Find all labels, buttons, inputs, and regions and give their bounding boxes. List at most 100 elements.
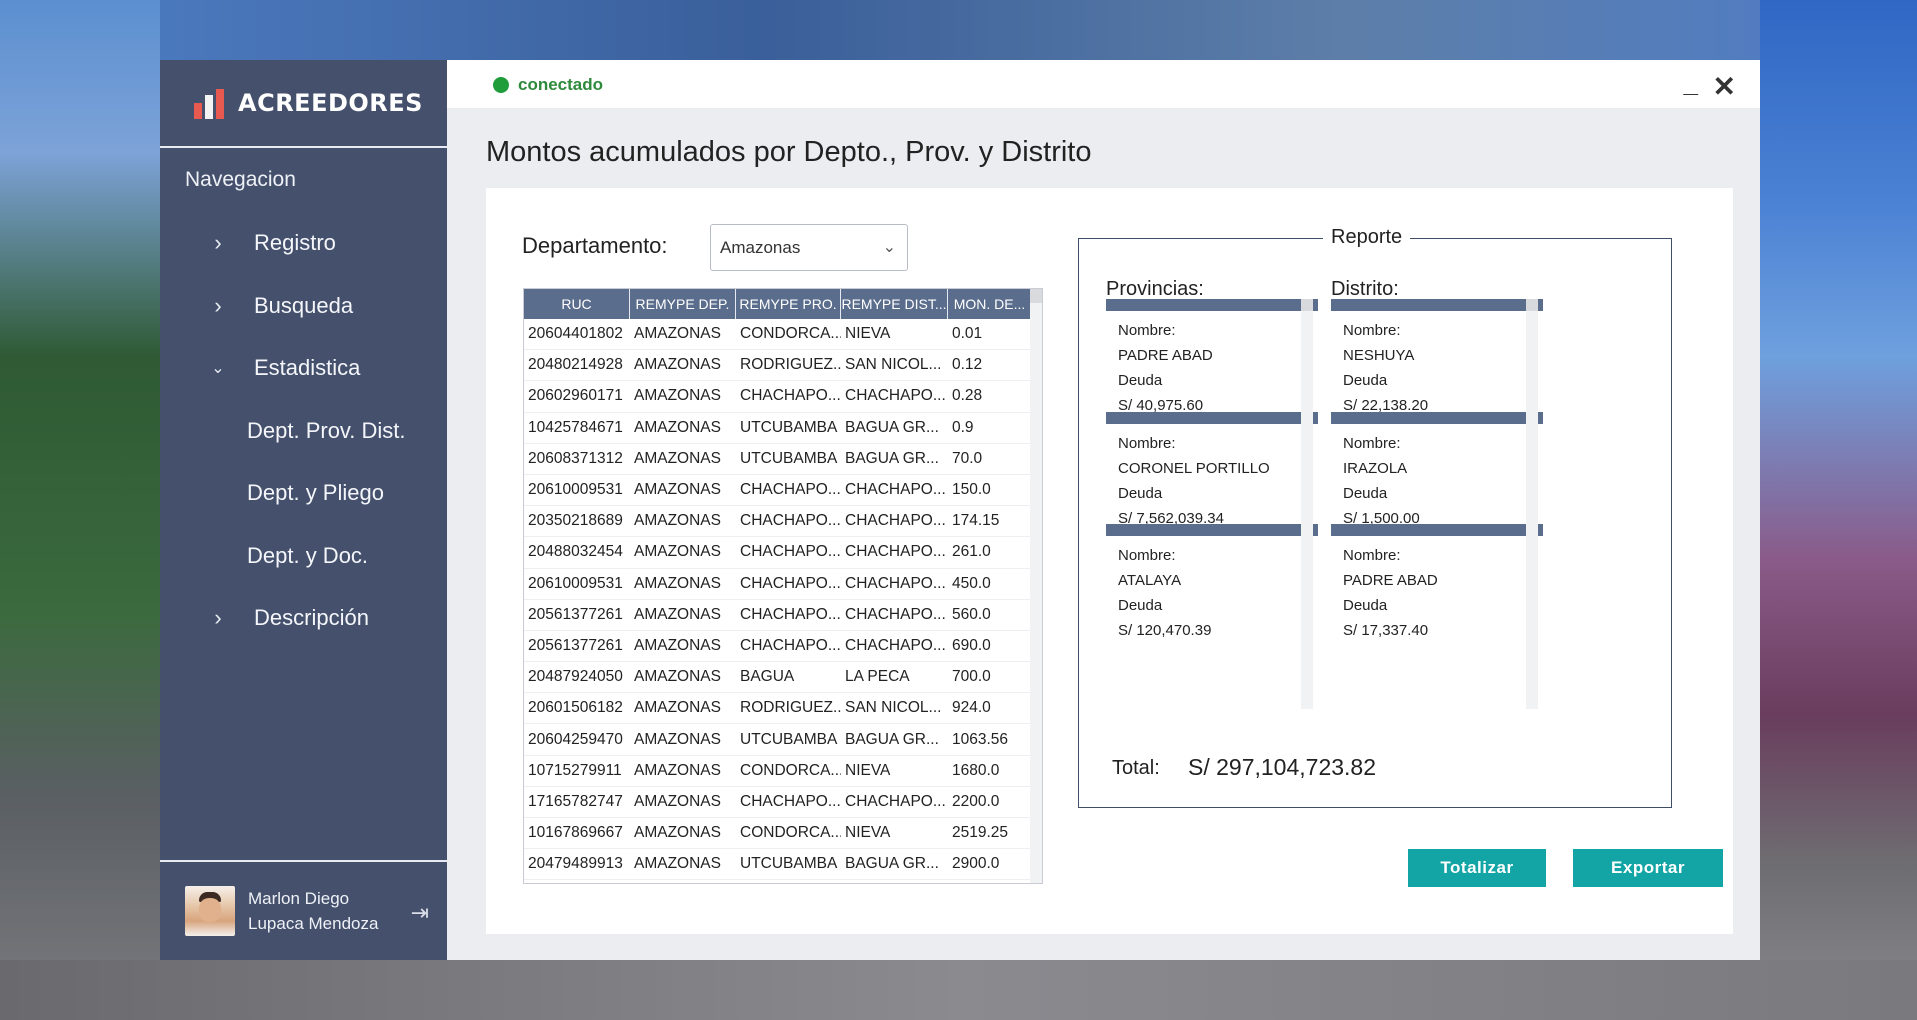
table-cell: 0.12	[952, 356, 983, 374]
table-row[interactable]: 20610009531 AMAZONAS CHACHAPO... CHACHAPO..…	[524, 569, 1042, 600]
minimize-icon[interactable]: _	[1684, 68, 1698, 99]
column-header-dep[interactable]: REMYPE DEP.	[630, 289, 736, 319]
table-row[interactable]: 20610009531 AMAZONAS CHACHAPO... CHACHAPO..…	[524, 475, 1042, 507]
table-cell: CHACHAPO...	[740, 543, 841, 561]
table-cell: AMAZONAS	[634, 481, 721, 499]
table-cell: 0.01	[952, 325, 983, 343]
name-label: Nombre:	[1343, 547, 1401, 564]
totalizar-button[interactable]: Totalizar	[1408, 849, 1546, 887]
table-row[interactable]: 20561377261 AMAZONAS CHACHAPO... CHACHAPO..…	[524, 600, 1042, 631]
debt-label: Deuda	[1118, 484, 1163, 502]
table-cell: UTCUBAMBA	[740, 730, 838, 748]
table-cell: CONDORCA...	[740, 325, 841, 343]
sidebar-item-label: Busqueda	[254, 292, 354, 318]
table-cell: 10425784671	[528, 418, 623, 436]
table-cell: CHACHAPO...	[845, 543, 946, 561]
sidebar-item-registro[interactable]: › Registro	[160, 212, 447, 275]
close-icon[interactable]: ✕	[1713, 70, 1736, 103]
page-title: Montos acumulados por Depto., Prov. y Di…	[486, 136, 1092, 168]
sidebar-item-dept-prov-dist[interactable]: Dept. Prov. Dist.	[160, 400, 447, 463]
provincias-title: Provincias:	[1106, 278, 1204, 300]
table-cell: BAGUA	[740, 668, 795, 686]
table-row[interactable]: 10715279911 AMAZONAS CONDORCA... NIEVA 1680.…	[524, 756, 1042, 787]
table-row[interactable]: 20561377261 AMAZONAS CHACHAPO... CHACHAPO..…	[524, 631, 1042, 663]
table-cell: BAGUA GR...	[845, 730, 939, 748]
card-body: Nombre: CORONEL PORTILLO Deuda S/ 7,562,039…	[1106, 431, 1318, 531]
distrito-title: Distrito:	[1331, 278, 1399, 300]
sidebar-item-estadistica[interactable]: ⌄ Estadistica	[160, 337, 447, 400]
column-header-pro[interactable]: REMYPE PRO.	[736, 289, 841, 319]
column-header-monto[interactable]: MON. DE...	[948, 289, 1032, 319]
sidebar-item-busqueda[interactable]: › Busqueda	[160, 275, 447, 338]
table-cell: NIEVA	[845, 824, 891, 842]
exportar-button[interactable]: Exportar	[1573, 849, 1723, 887]
table-cell: CHACHAPO...	[845, 636, 946, 654]
table-row[interactable]: 20604401802 AMAZONAS CONDORCA... NIEVA 0.01	[524, 319, 1042, 351]
table-row[interactable]: 20604259470 AMAZONAS UTCUBAMBA BAGUA GR... 1…	[524, 724, 1042, 756]
provincia-card: Nombre: PADRE ABAD Deuda S/ 40,975.60	[1106, 299, 1318, 429]
table-cell: 20561377261	[528, 636, 623, 654]
card-body: Nombre: PADRE ABAD Deuda S/ 40,975.60	[1106, 318, 1318, 418]
column-header-dist[interactable]: REMYPE DIST...	[841, 289, 948, 319]
table-row[interactable]: 20488032454 AMAZONAS CHACHAPO... CHACHAPO..…	[524, 537, 1042, 569]
provincias-scrollbar[interactable]	[1301, 299, 1313, 709]
table-cell: NIEVA	[845, 325, 891, 343]
table-row[interactable]: 17165782747 AMAZONAS CHACHAPO... CHACHAPO..…	[524, 787, 1042, 818]
name-label: Nombre:	[1343, 322, 1401, 339]
user-first-name: Marlon Diego	[248, 889, 350, 908]
table-row[interactable]: 20601506182 AMAZONAS RODRIGUEZ... SAN NICOL…	[524, 693, 1042, 725]
main-panel: conectado _ ✕ Montos acumulados por Dept…	[447, 60, 1760, 960]
sidebar-item-dept-doc[interactable]: Dept. y Doc.	[160, 525, 447, 588]
table-cell: 20610009531	[528, 481, 623, 499]
sidebar-item-label: Dept. y Doc.	[247, 542, 369, 568]
sidebar-item-dept-pliego[interactable]: Dept. y Pliego	[160, 462, 447, 525]
distrito-card: Nombre: NESHUYA Deuda S/ 22,138.20	[1331, 299, 1543, 429]
creditors-table[interactable]: RUC REMYPE DEP. REMYPE PRO. REMYPE DIST.…	[523, 288, 1043, 884]
total-value: S/ 297,104,723.82	[1188, 754, 1376, 780]
table-cell: 20350218689	[528, 512, 623, 530]
user-name: Marlon Diego Lupaca Mendoza	[248, 886, 378, 936]
table-row[interactable]: 10167869667 AMAZONAS CONDORCA... NIEVA 2519.…	[524, 818, 1042, 850]
table-cell: 20487924050	[528, 668, 623, 686]
table-cell: 0.28	[952, 387, 983, 405]
table-cell: RODRIGUEZ...	[740, 356, 841, 374]
table-row[interactable]: 20480214928 AMAZONAS RODRIGUEZ... SAN NICOL…	[524, 350, 1042, 382]
distritos-scrollbar[interactable]	[1526, 299, 1538, 709]
card-name: CORONEL PORTILLO	[1118, 459, 1270, 477]
card-header-bar	[1106, 299, 1318, 311]
card-header-bar	[1331, 524, 1543, 536]
name-label: Nombre:	[1118, 434, 1176, 452]
department-label: Departamento:	[522, 233, 668, 258]
sidebar-item-descripcion[interactable]: › Descripción	[160, 587, 447, 650]
status-text: conectado	[518, 75, 604, 94]
logout-icon[interactable]: ⇥	[411, 900, 429, 926]
table-cell: 20610009531	[528, 574, 623, 592]
department-select[interactable]: Amazonas ⌄	[710, 224, 908, 271]
table-cell: 690.0	[952, 636, 991, 654]
table-row[interactable]: 20602960171 AMAZONAS CHACHAPO... CHACHAPO..…	[524, 381, 1042, 413]
table-cell: CHACHAPO...	[740, 636, 841, 654]
table-row[interactable]: 10425784671 AMAZONAS UTCUBAMBA BAGUA GR... 0…	[524, 413, 1042, 444]
table-cell: 450.0	[952, 574, 991, 592]
card-body: Nombre: IRAZOLA Deuda S/ 1,500.00	[1331, 431, 1543, 531]
table-cell: AMAZONAS	[634, 699, 721, 717]
connection-status: conectado	[493, 75, 603, 95]
brand: ACREEDORES	[160, 60, 447, 148]
table-cell: AMAZONAS	[634, 512, 721, 530]
table-cell: 0.9	[952, 418, 974, 436]
table-cell: 174.15	[952, 512, 1000, 530]
table-scrollbar[interactable]	[1030, 289, 1042, 883]
table-row[interactable]: 20479489913 AMAZONAS UTCUBAMBA BAGUA GR... 2…	[524, 849, 1042, 881]
table-row[interactable]: 20608371312 AMAZONAS UTCUBAMBA BAGUA GR... 7…	[524, 444, 1042, 475]
distrito-card: Nombre: IRAZOLA Deuda S/ 1,500.00	[1331, 411, 1543, 542]
name-label: Nombre:	[1343, 434, 1401, 452]
table-cell: AMAZONAS	[634, 636, 721, 654]
table-row[interactable]: 20350218689 AMAZONAS CHACHAPO... CHACHAPO..…	[524, 506, 1042, 538]
name-label: Nombre:	[1118, 547, 1176, 564]
table-cell: AMAZONAS	[634, 761, 721, 779]
table-cell: 20480214928	[528, 356, 623, 374]
table-cell: CONDORCA...	[740, 824, 841, 842]
table-row[interactable]: 20487924050 AMAZONAS BAGUA LA PECA 700.0	[524, 662, 1042, 694]
table-cell: SAN NICOL...	[845, 356, 942, 374]
column-header-ruc[interactable]: RUC	[524, 289, 630, 319]
